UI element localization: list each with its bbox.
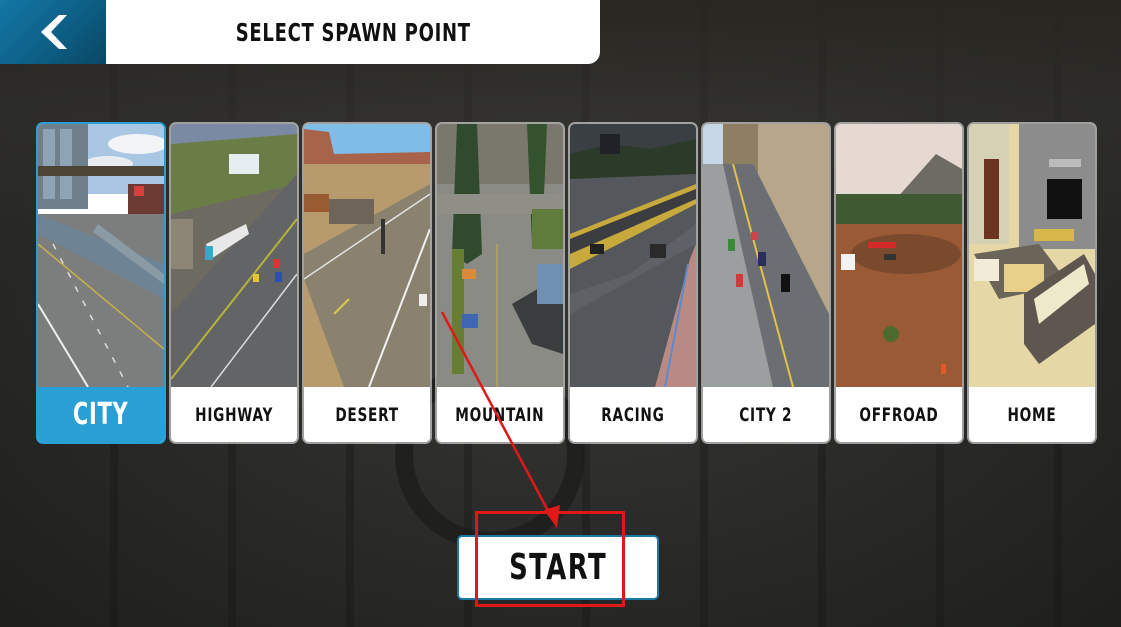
spawn-label-text: OFFROAD (859, 403, 939, 426)
header-bar: SELECT SPAWN POINT (0, 0, 600, 64)
chevron-left-icon (41, 15, 67, 49)
highway-thumbnail (171, 124, 297, 387)
spawn-card-city[interactable]: CITY (38, 124, 164, 442)
spawn-label-text: HOME (1007, 403, 1057, 426)
city-2-thumbnail (703, 124, 829, 387)
spawn-card-label: RACING (570, 387, 696, 442)
spawn-card-label: DESERT (304, 387, 430, 442)
spawn-card-racing[interactable]: RACING (570, 124, 696, 442)
spawn-card-label: MOUNTAIN (437, 387, 563, 442)
spawn-card-label: HOME (969, 387, 1095, 442)
home-thumbnail (969, 124, 1095, 387)
spawn-label-text: MOUNTAIN (455, 403, 545, 426)
racing-thumbnail (570, 124, 696, 387)
spawn-label-text: HIGHWAY (195, 403, 273, 426)
start-button-label: START (508, 547, 608, 588)
page-title: SELECT SPAWN POINT (235, 17, 471, 47)
spawn-card-label: HIGHWAY (171, 387, 297, 442)
spawn-card-label: OFFROAD (836, 387, 962, 442)
spawn-card-mountain[interactable]: MOUNTAIN (437, 124, 563, 442)
city-thumbnail (38, 124, 164, 387)
spawn-label-text: RACING (601, 403, 665, 426)
desert-thumbnail (304, 124, 430, 387)
spawn-card-offroad[interactable]: OFFROAD (836, 124, 962, 442)
spawn-card-desert[interactable]: DESERT (304, 124, 430, 442)
spawn-card-home[interactable]: HOME (969, 124, 1095, 442)
spawn-card-city-2[interactable]: CITY 2 (703, 124, 829, 442)
back-button[interactable] (0, 0, 106, 64)
spawn-card-label: CITY 2 (703, 387, 829, 442)
mountain-thumbnail (437, 124, 563, 387)
title-panel: SELECT SPAWN POINT (106, 0, 600, 64)
spawn-card-label: CITY (38, 387, 164, 442)
offroad-thumbnail (836, 124, 962, 387)
spawn-label-text: DESERT (335, 403, 399, 426)
start-button[interactable]: START (457, 535, 659, 600)
spawn-card-highway[interactable]: HIGHWAY (171, 124, 297, 442)
spawn-label-text: CITY 2 (739, 403, 793, 426)
spawn-label-text: CITY (73, 397, 129, 432)
